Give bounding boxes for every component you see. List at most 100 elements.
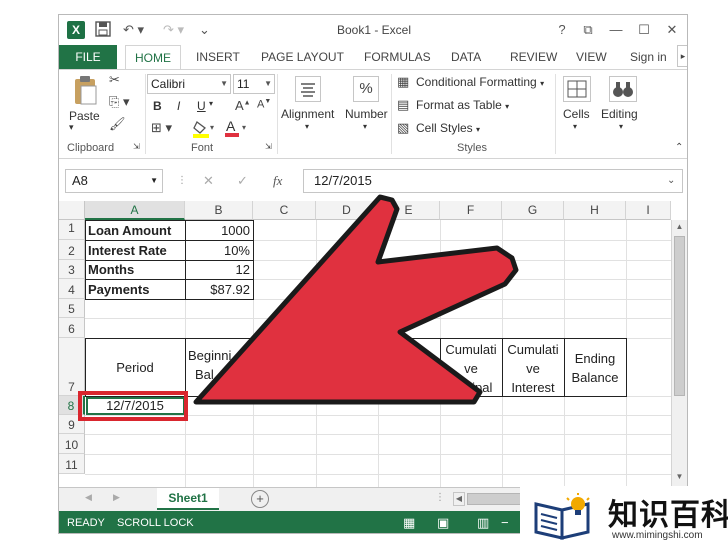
formula-bar-grip-icon[interactable]: ⋮	[177, 175, 187, 186]
vertical-scrollbar[interactable]: ▲ ▼	[671, 220, 687, 487]
copy-icon[interactable]: ⎘ ▾	[109, 94, 130, 110]
cell-styles-button[interactable]: Cell Styles ▾	[416, 121, 480, 135]
alignment-icon[interactable]	[295, 76, 321, 102]
cell-b1[interactable]: 1000	[187, 221, 250, 240]
cells-icon[interactable]	[563, 76, 591, 102]
format-painter-icon[interactable]: 🖌	[109, 116, 126, 132]
zoom-out-icon[interactable]: −	[501, 511, 509, 533]
format-as-table-icon[interactable]: ▤	[397, 97, 409, 113]
cell-f7-line2[interactable]: ve	[440, 359, 502, 378]
editing-button[interactable]: Editing	[601, 107, 638, 121]
sheet-tab-sheet1[interactable]: Sheet1	[157, 488, 219, 510]
conditional-formatting-button[interactable]: Conditional Formatting ▾	[416, 75, 544, 89]
tab-page-layout[interactable]: PAGE LAYOUT	[261, 45, 344, 69]
number-format-icon[interactable]: %	[353, 76, 379, 102]
font-launcher-icon[interactable]: ⇲	[265, 142, 272, 151]
column-header-b[interactable]: B	[185, 201, 253, 220]
underline-dropdown-icon[interactable]: ▾	[209, 99, 213, 108]
tab-data[interactable]: DATA	[451, 45, 481, 69]
column-header-g[interactable]: G	[502, 201, 564, 220]
cancel-entry-icon[interactable]: ✕	[203, 173, 214, 189]
cells-button[interactable]: Cells	[563, 107, 590, 121]
worksheet-grid[interactable]: A B C D E F G H I 1 2 3 4 5 6 7 8 9 10 1…	[59, 201, 687, 487]
column-header-d[interactable]: D	[316, 201, 378, 220]
ribbon-display-icon[interactable]: ⧉	[575, 19, 601, 41]
scroll-up-icon[interactable]: ▲	[674, 222, 685, 234]
font-size-combo[interactable]: 11 ▼	[233, 74, 275, 94]
row-header-9[interactable]: 9	[59, 415, 85, 434]
number-button[interactable]: Number	[345, 107, 388, 121]
cell-g7-line3[interactable]: Interest	[502, 378, 564, 397]
column-header-e[interactable]: E	[378, 201, 440, 220]
tab-scroll-right-icon[interactable]: ▸	[677, 45, 687, 67]
sign-in-link[interactable]: Sign in	[630, 45, 667, 69]
minimize-icon[interactable]: —	[603, 19, 629, 41]
column-header-h[interactable]: H	[564, 201, 626, 220]
horizontal-scroll-thumb[interactable]	[467, 493, 527, 505]
row-header-8[interactable]: 8	[59, 396, 85, 415]
cell-h7-line2[interactable]: Balance	[564, 368, 626, 387]
column-header-i[interactable]: I	[626, 201, 671, 220]
paste-icon[interactable]	[71, 74, 101, 106]
column-header-c[interactable]: C	[253, 201, 316, 220]
collapse-ribbon-icon[interactable]: ⌃	[675, 142, 683, 153]
vertical-scroll-thumb[interactable]	[674, 236, 685, 396]
italic-button[interactable]: I	[177, 99, 180, 113]
bold-button[interactable]: B	[153, 99, 162, 113]
row-header-3[interactable]: 3	[59, 260, 85, 279]
confirm-entry-icon[interactable]: ✓	[237, 173, 248, 189]
font-name-combo[interactable]: Calibri ▼	[147, 74, 231, 94]
expand-formula-bar-icon[interactable]: ⌄	[667, 175, 675, 186]
page-break-view-icon[interactable]: ▥	[477, 511, 489, 533]
paste-label[interactable]: Paste	[69, 109, 100, 123]
cell-b2[interactable]: 10%	[187, 241, 250, 260]
scroll-down-icon[interactable]: ▼	[674, 472, 685, 484]
row-header-1[interactable]: 1	[59, 220, 85, 240]
row-header-4[interactable]: 4	[59, 279, 85, 299]
row-header-10[interactable]: 10	[59, 434, 85, 454]
cell-h7-line1[interactable]: Ending	[564, 349, 626, 368]
format-as-table-button[interactable]: Format as Table ▾	[416, 98, 509, 112]
fill-color-icon[interactable]: ▾	[193, 120, 215, 141]
new-sheet-icon[interactable]: +	[251, 490, 269, 508]
row-header-5[interactable]: 5	[59, 299, 85, 318]
editing-dropdown-icon[interactable]: ▾	[619, 122, 623, 131]
row-header-6[interactable]: 6	[59, 318, 85, 338]
tab-split-icon[interactable]: ⋮	[435, 492, 445, 503]
number-dropdown-icon[interactable]: ▾	[363, 122, 367, 131]
maximize-icon[interactable]: ☐	[631, 19, 657, 41]
name-box[interactable]: A8 ▼	[65, 169, 163, 193]
tab-review[interactable]: REVIEW	[510, 45, 557, 69]
column-header-a[interactable]: A	[85, 201, 185, 220]
formula-input[interactable]: 12/7/2015	[303, 169, 683, 193]
tab-insert[interactable]: INSERT	[196, 45, 240, 69]
cell-b7-line2[interactable]: Bal	[195, 365, 214, 384]
help-icon[interactable]: ?	[549, 19, 575, 41]
page-layout-view-icon[interactable]: ▣	[437, 511, 449, 533]
cell-f7-line3[interactable]: cipal	[448, 378, 510, 397]
cell-b3[interactable]: 12	[187, 260, 250, 279]
cell-a8[interactable]: 12/7/2015	[85, 396, 185, 415]
cell-b4[interactable]: $87.92	[187, 280, 250, 299]
cell-b7-line1[interactable]: Beginni	[188, 346, 231, 365]
row-header-2[interactable]: 2	[59, 240, 85, 260]
cells-dropdown-icon[interactable]: ▾	[573, 122, 577, 131]
cell-g7-line2[interactable]: ve	[502, 359, 564, 378]
paste-dropdown-icon[interactable]: ▾	[69, 122, 74, 133]
conditional-formatting-icon[interactable]: ▦	[397, 74, 409, 90]
cell-a3[interactable]: Months	[88, 260, 134, 279]
prev-sheet-icon[interactable]: ◀	[85, 492, 92, 503]
insert-function-icon[interactable]: fx	[273, 173, 282, 189]
scroll-left-icon[interactable]: ◀	[453, 492, 465, 506]
next-sheet-icon[interactable]: ▶	[113, 492, 120, 503]
cell-a7[interactable]: Period	[85, 358, 185, 377]
cell-a1[interactable]: Loan Amount	[88, 221, 171, 240]
cell-styles-icon[interactable]: ▧	[397, 120, 409, 136]
alignment-dropdown-icon[interactable]: ▾	[305, 122, 309, 131]
row-header-7[interactable]: 7	[59, 338, 85, 396]
tab-view[interactable]: VIEW	[576, 45, 607, 69]
font-color-icon[interactable]: A ▾	[225, 118, 249, 141]
tab-home[interactable]: HOME	[125, 45, 181, 70]
row-header-11[interactable]: 11	[59, 454, 85, 474]
clipboard-launcher-icon[interactable]: ⇲	[133, 142, 140, 151]
